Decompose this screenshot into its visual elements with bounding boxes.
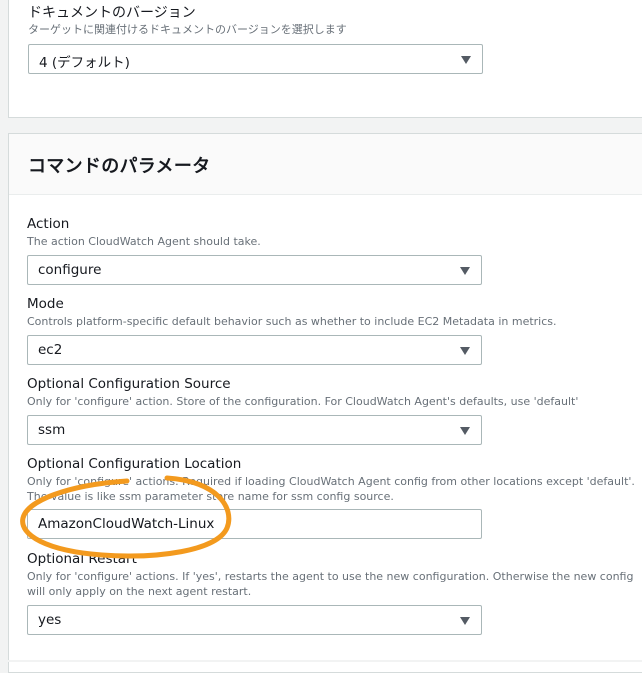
config-source-select[interactable]: ssm bbox=[27, 415, 482, 445]
restart-select[interactable]: yes bbox=[27, 605, 482, 635]
section-divider bbox=[0, 119, 642, 133]
restart-description-line1: Only for 'configure' actions. If 'yes', … bbox=[27, 570, 634, 583]
document-version-panel: ドキュメントのバージョン ターゲットに関連付けるドキュメントのバージョンを選択し… bbox=[8, 0, 642, 118]
config-location-label: Optional Configuration Location bbox=[27, 456, 242, 472]
document-version-value: 4 (デフォルト) bbox=[39, 55, 130, 71]
caret-down-icon bbox=[460, 617, 470, 625]
mode-value: ec2 bbox=[38, 342, 63, 358]
caret-down-icon bbox=[460, 347, 470, 355]
panel-header: コマンドのパラメータ bbox=[9, 134, 642, 195]
action-label: Action bbox=[27, 216, 70, 232]
restart-label: Optional Restart bbox=[27, 551, 137, 567]
mode-label: Mode bbox=[27, 296, 64, 312]
document-version-select[interactable]: 4 (デフォルト) bbox=[28, 44, 483, 74]
caret-down-icon bbox=[460, 267, 470, 275]
panel-title: コマンドのパラメータ bbox=[28, 156, 211, 177]
config-source-label: Optional Configuration Source bbox=[27, 376, 231, 392]
restart-description-line2: will only apply on the next agent restar… bbox=[27, 585, 252, 598]
caret-down-icon bbox=[461, 56, 471, 64]
config-location-description-line1: Only for 'configure' actions. Required i… bbox=[27, 475, 635, 488]
action-description: The action CloudWatch Agent should take. bbox=[27, 235, 261, 248]
caret-down-icon bbox=[460, 427, 470, 435]
mode-select[interactable]: ec2 bbox=[27, 335, 482, 365]
config-source-description: Only for 'configure' action. Store of th… bbox=[27, 395, 579, 408]
restart-value: yes bbox=[38, 612, 62, 628]
mode-description: Controls platform-specific default behav… bbox=[27, 315, 557, 328]
document-version-description: ターゲットに関連付けるドキュメントのバージョンを選択します bbox=[28, 23, 347, 36]
action-value: configure bbox=[38, 262, 102, 278]
config-location-description-line2: The value is like ssm parameter store na… bbox=[27, 490, 394, 503]
action-select[interactable]: configure bbox=[27, 255, 482, 285]
config-source-value: ssm bbox=[38, 422, 66, 438]
document-version-label: ドキュメントのバージョン bbox=[28, 5, 196, 21]
config-location-input[interactable]: AmazonCloudWatch-Linux bbox=[27, 509, 482, 539]
config-location-value: AmazonCloudWatch-Linux bbox=[38, 516, 215, 532]
